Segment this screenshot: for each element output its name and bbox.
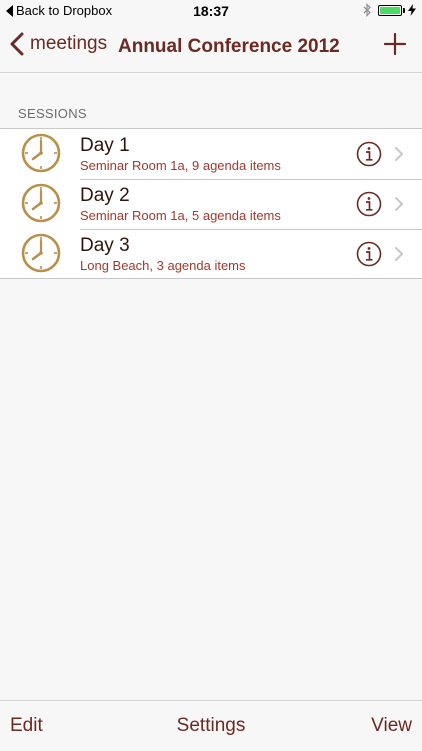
view-button[interactable]: View bbox=[371, 715, 412, 737]
bottom-toolbar: Edit Settings View bbox=[0, 700, 422, 751]
info-icon[interactable] bbox=[356, 191, 382, 217]
nav-back-label: meetings bbox=[30, 33, 108, 54]
session-title: Day 1 bbox=[80, 135, 130, 156]
session-subtitle: Seminar Room 1a, 9 agenda items bbox=[80, 158, 281, 173]
chevron-right-icon bbox=[395, 147, 403, 161]
chevron-left-icon bbox=[10, 32, 24, 56]
clock-icon bbox=[21, 133, 61, 173]
battery-icon bbox=[378, 4, 402, 16]
session-subtitle: Seminar Room 1a, 5 agenda items bbox=[80, 208, 281, 223]
settings-container: Settings bbox=[0, 715, 422, 737]
bluetooth-icon bbox=[363, 3, 371, 17]
battery-level-fill bbox=[380, 6, 400, 14]
chevron-right-icon bbox=[395, 247, 403, 261]
session-subtitle: Long Beach, 3 agenda items bbox=[80, 258, 246, 273]
settings-button[interactable]: Settings bbox=[177, 715, 246, 736]
edit-button[interactable]: Edit bbox=[10, 715, 43, 737]
add-button[interactable] bbox=[383, 32, 407, 60]
row-divider bbox=[80, 179, 422, 180]
session-row-day-3[interactable]: Day 3 Long Beach, 3 agenda items bbox=[0, 228, 422, 278]
row-divider bbox=[80, 229, 422, 230]
session-title: Day 2 bbox=[80, 185, 130, 206]
nav-back-button[interactable]: meetings bbox=[10, 32, 107, 56]
sessions-table: Day 1 Seminar Room 1a, 9 agenda items Da… bbox=[0, 128, 422, 279]
session-row-day-1[interactable]: Day 1 Seminar Room 1a, 9 agenda items bbox=[0, 129, 422, 178]
session-title: Day 3 bbox=[80, 235, 130, 256]
battery-tip bbox=[403, 7, 405, 13]
clock-icon bbox=[21, 183, 61, 223]
status-indicators bbox=[363, 3, 416, 17]
chevron-right-icon bbox=[395, 197, 403, 211]
page-title: Annual Conference 2012 bbox=[118, 36, 340, 57]
section-header-sessions: SESSIONS bbox=[18, 106, 87, 121]
info-icon[interactable] bbox=[356, 141, 382, 167]
status-bar: Back to Dropbox 18:37 bbox=[0, 0, 422, 22]
plus-icon bbox=[383, 32, 407, 56]
info-icon[interactable] bbox=[356, 241, 382, 267]
status-time: 18:37 bbox=[193, 3, 229, 19]
session-row-day-2[interactable]: Day 2 Seminar Room 1a, 5 agenda items bbox=[0, 178, 422, 228]
navigation-bar: meetings Annual Conference 2012 bbox=[0, 22, 422, 73]
clock-icon bbox=[21, 233, 61, 273]
charging-bolt-icon bbox=[408, 4, 416, 16]
